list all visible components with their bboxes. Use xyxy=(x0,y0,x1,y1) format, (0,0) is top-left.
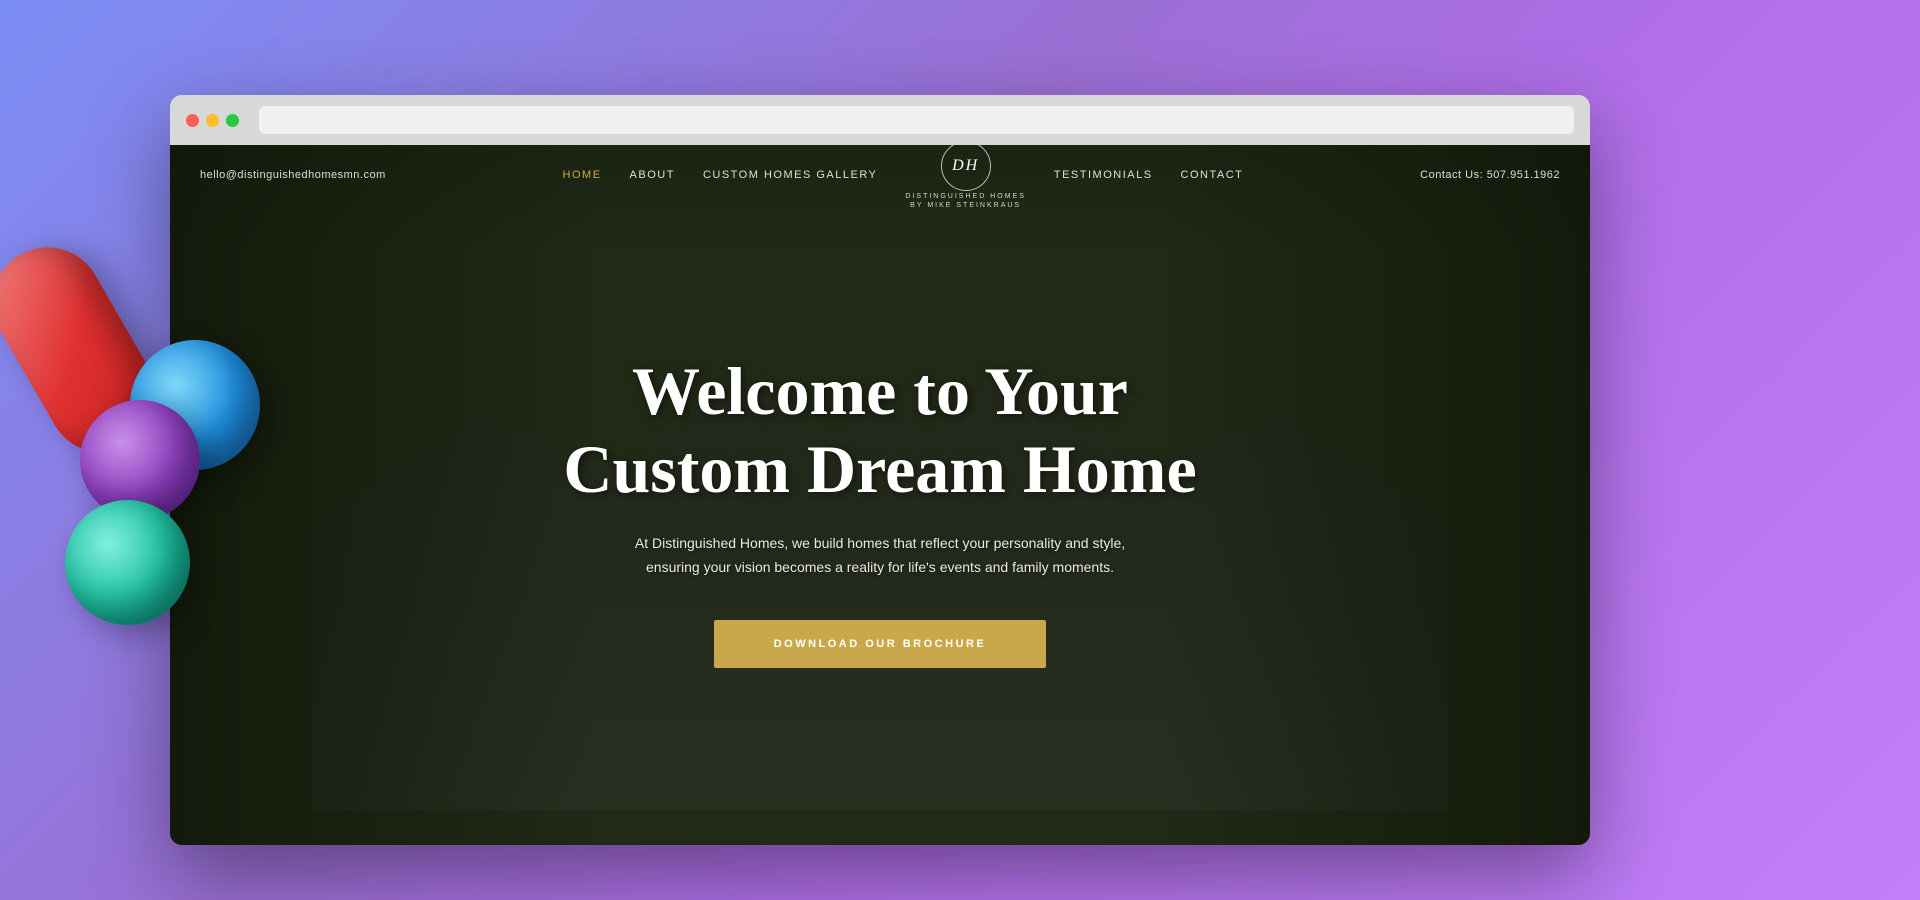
logo-circle: DH xyxy=(941,145,991,191)
hero-subtitle: At Distinguished Homes, we build homes t… xyxy=(620,532,1140,580)
browser-chrome xyxy=(170,95,1590,145)
cta-download-button[interactable]: DOWNLOAD OUR BROCHURE xyxy=(714,620,1047,668)
dot-green[interactable] xyxy=(226,114,239,127)
address-bar[interactable] xyxy=(259,106,1574,134)
hero-content: Welcome to Your Custom Dream Home At Dis… xyxy=(170,145,1590,845)
nav-item-about[interactable]: ABOUT xyxy=(630,169,675,181)
logo-brand-name: DISTINGUISHED HOMES xyxy=(905,193,1025,200)
browser-dots xyxy=(186,114,239,127)
nav-item-home[interactable]: HOME xyxy=(563,169,602,181)
hero-title-line2: Custom Dream Home xyxy=(563,431,1196,507)
website-content: hello@distinguishedhomesmn.com HOME ABOU… xyxy=(170,145,1590,845)
logo-byline: BY MIKE STEINKRAUS xyxy=(910,202,1021,209)
logo-dh-text: DH xyxy=(952,158,979,174)
hero-title-line1: Welcome to Your xyxy=(632,353,1128,429)
nav-menu: HOME ABOUT CUSTOM HOMES GALLERY DH DISTI… xyxy=(563,145,1244,209)
capsule-shape-red xyxy=(0,227,178,473)
browser-window: hello@distinguishedhomesmn.com HOME ABOU… xyxy=(170,95,1590,845)
dot-yellow[interactable] xyxy=(206,114,219,127)
nav-item-gallery[interactable]: CUSTOM HOMES GALLERY xyxy=(703,169,877,181)
hero-title: Welcome to Your Custom Dream Home xyxy=(563,352,1196,508)
brand-logo: DH DISTINGUISHED HOMES BY MIKE STEINKRAU… xyxy=(905,145,1025,209)
navigation: hello@distinguishedhomesmn.com HOME ABOU… xyxy=(170,145,1590,205)
nav-item-contact[interactable]: CONTACT xyxy=(1181,169,1244,181)
dot-red[interactable] xyxy=(186,114,199,127)
nav-phone: Contact Us: 507.951.1962 xyxy=(1420,169,1560,181)
nav-email: hello@distinguishedhomesmn.com xyxy=(200,169,386,181)
nav-item-testimonials[interactable]: TESTIMONIALS xyxy=(1054,169,1153,181)
